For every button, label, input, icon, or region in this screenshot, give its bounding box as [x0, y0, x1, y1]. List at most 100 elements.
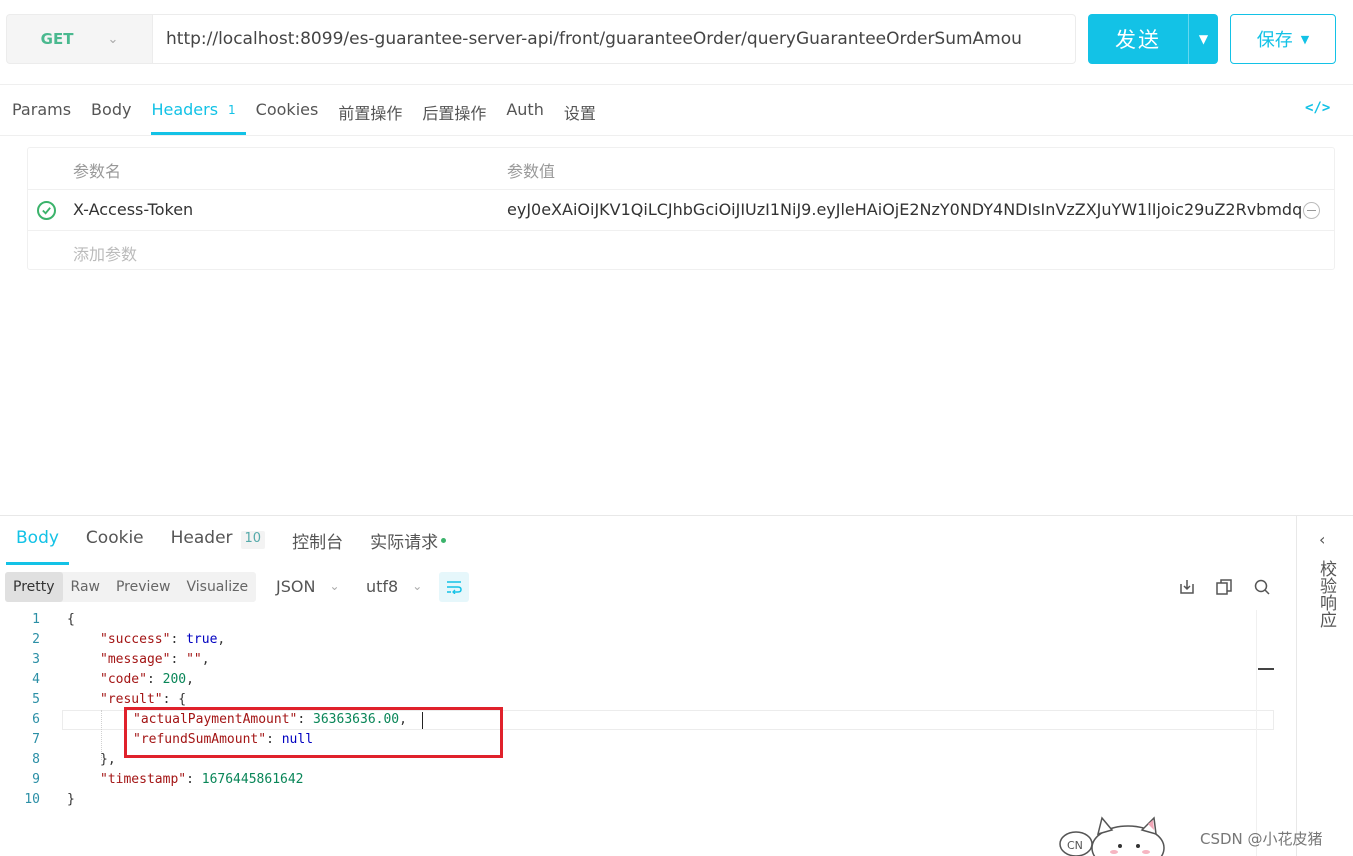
tab-cookies[interactable]: Cookies: [256, 91, 319, 135]
tab-label: Header: [170, 528, 233, 548]
tab-label: 后置操作: [422, 104, 487, 123]
code-line: 3 "message": "",: [5, 650, 1275, 670]
code-token: "timestamp": [100, 772, 187, 787]
annotation-highlight-box: [124, 707, 503, 758]
tab-label: Cookie: [85, 528, 144, 548]
url-input[interactable]: http://localhost:8099/es-guarantee-serve…: [153, 14, 1076, 64]
tab-后置操作[interactable]: 后置操作: [422, 91, 486, 135]
tab-params[interactable]: Params: [12, 91, 71, 135]
tab-前置操作[interactable]: 前置操作: [338, 91, 402, 135]
svg-text:CN: CN: [1067, 839, 1083, 852]
enabled-check-icon[interactable]: [37, 201, 56, 220]
line-number: 6: [32, 712, 40, 727]
request-tabs: Params Body Headers 1 Cookies 前置操作 后置操作 Auth 设置: [12, 91, 616, 135]
headers-table: 参数名 参数值 X-Access-Token eyJ0eXAiOiJKV1QiL…: [27, 147, 1335, 270]
format-type-label: JSON: [276, 577, 316, 596]
watermark-text: CSDN @小花皮猪: [1200, 830, 1323, 848]
divider: [0, 135, 1353, 136]
tab-body[interactable]: Body: [91, 91, 131, 135]
code-text: "message": "",: [100, 650, 210, 670]
format-preview-button[interactable]: Preview: [108, 572, 179, 602]
save-label: 保存: [1256, 30, 1293, 51]
encoding-select[interactable]: utf8 ⌄: [366, 577, 422, 596]
format-raw-button[interactable]: Raw: [63, 572, 108, 602]
save-button[interactable]: 保存 ▼: [1230, 14, 1336, 64]
code-token: ,: [217, 632, 226, 647]
chevron-down-icon: ⌄: [329, 579, 340, 593]
response-tab-3[interactable]: 控制台: [292, 521, 343, 565]
download-icon[interactable]: [1178, 578, 1196, 596]
tab-label: Body: [16, 528, 59, 548]
tab-label: 设置: [563, 104, 596, 123]
tab-count-badge: 10: [240, 531, 266, 549]
code-token: 200: [162, 672, 187, 687]
code-line: 10}: [5, 790, 1275, 810]
word-wrap-icon[interactable]: [439, 572, 469, 602]
line-number: 9: [32, 772, 40, 787]
code-snippet-icon[interactable]: </>: [1305, 100, 1330, 116]
tab-auth[interactable]: Auth: [506, 91, 544, 135]
tab-label: 实际请求: [370, 533, 439, 553]
format-visualize-button[interactable]: Visualize: [178, 572, 256, 602]
table-header-row: 参数名 参数值: [28, 148, 1334, 189]
code-text: }: [67, 790, 75, 810]
code-token: "": [186, 652, 202, 667]
format-type-select[interactable]: JSON ⌄: [276, 577, 340, 596]
divider: [0, 84, 1353, 85]
remove-row-icon[interactable]: [1303, 202, 1320, 219]
code-token: :: [186, 772, 202, 787]
send-button[interactable]: 发送: [1088, 14, 1188, 64]
response-tab-4[interactable]: 实际请求: [370, 521, 447, 565]
method-select[interactable]: GET ⌄: [6, 14, 153, 64]
header-name-field[interactable]: X-Access-Token: [73, 200, 193, 219]
header-value-field[interactable]: eyJ0eXAiOiJKV1QiLCJhbGciOiJIUzI1NiJ9.eyJ…: [507, 200, 1302, 219]
line-number: 4: [32, 672, 40, 687]
format-pretty-button[interactable]: Pretty: [5, 572, 63, 602]
table-row: X-Access-Token eyJ0eXAiOiJKV1QiLCJhbGciO…: [28, 189, 1334, 230]
scroll-thumb[interactable]: [1258, 668, 1274, 670]
line-number: 10: [24, 792, 40, 807]
line-number: 1: [32, 612, 40, 627]
column-header-value: 参数值: [507, 162, 556, 181]
code-text: },: [100, 750, 116, 770]
code-token: ,: [201, 652, 210, 667]
tab-label: Headers: [151, 100, 219, 119]
response-tab-1[interactable]: Cookie: [86, 521, 144, 565]
validate-response-label[interactable]: 校验响应: [1316, 560, 1336, 628]
code-text: "timestamp": 1676445861642: [100, 770, 304, 790]
code-text: "code": 200,: [100, 670, 194, 690]
side-panel-divider: [1296, 515, 1297, 856]
search-icon[interactable]: [1253, 578, 1271, 596]
copy-icon[interactable]: [1215, 578, 1233, 596]
column-header-name: 参数名: [73, 162, 122, 181]
response-tab-0[interactable]: Body: [6, 521, 69, 565]
code-token: :: [170, 632, 187, 647]
code-token: : {: [162, 692, 187, 707]
tab-label: Params: [12, 100, 72, 119]
editor-scrollbar[interactable]: [1256, 610, 1275, 856]
send-options-chevron-icon[interactable]: ▼: [1188, 14, 1218, 64]
tab-headers[interactable]: Headers 1: [151, 91, 246, 135]
line-number: 8: [32, 752, 40, 767]
line-number: 5: [32, 692, 40, 707]
code-token: :: [170, 652, 187, 667]
code-token: :: [146, 672, 163, 687]
response-tabs: Body Cookie Header 10 控制台 实际请求: [6, 521, 473, 565]
chevron-left-icon[interactable]: ‹: [1319, 530, 1325, 549]
response-tab-2[interactable]: Header 10: [170, 521, 266, 565]
tab-设置[interactable]: 设置: [564, 91, 596, 135]
tab-label: Body: [91, 100, 132, 119]
tab-label: Cookies: [255, 100, 319, 119]
line-number: 2: [32, 632, 40, 647]
code-line: 1{: [5, 610, 1275, 630]
format-toggle: Pretty Raw Preview Visualize: [5, 572, 257, 602]
line-number: 7: [32, 732, 40, 747]
add-param-field[interactable]: 添加参数: [73, 241, 137, 265]
tab-label: 前置操作: [338, 104, 403, 123]
code-token: true: [186, 632, 218, 647]
code-line: 9 "timestamp": 1676445861642: [5, 770, 1275, 790]
code-line: 4 "code": 200,: [5, 670, 1275, 690]
code-token: },: [100, 752, 116, 767]
tab-label: 控制台: [292, 533, 344, 553]
code-token: "message": [100, 652, 171, 667]
